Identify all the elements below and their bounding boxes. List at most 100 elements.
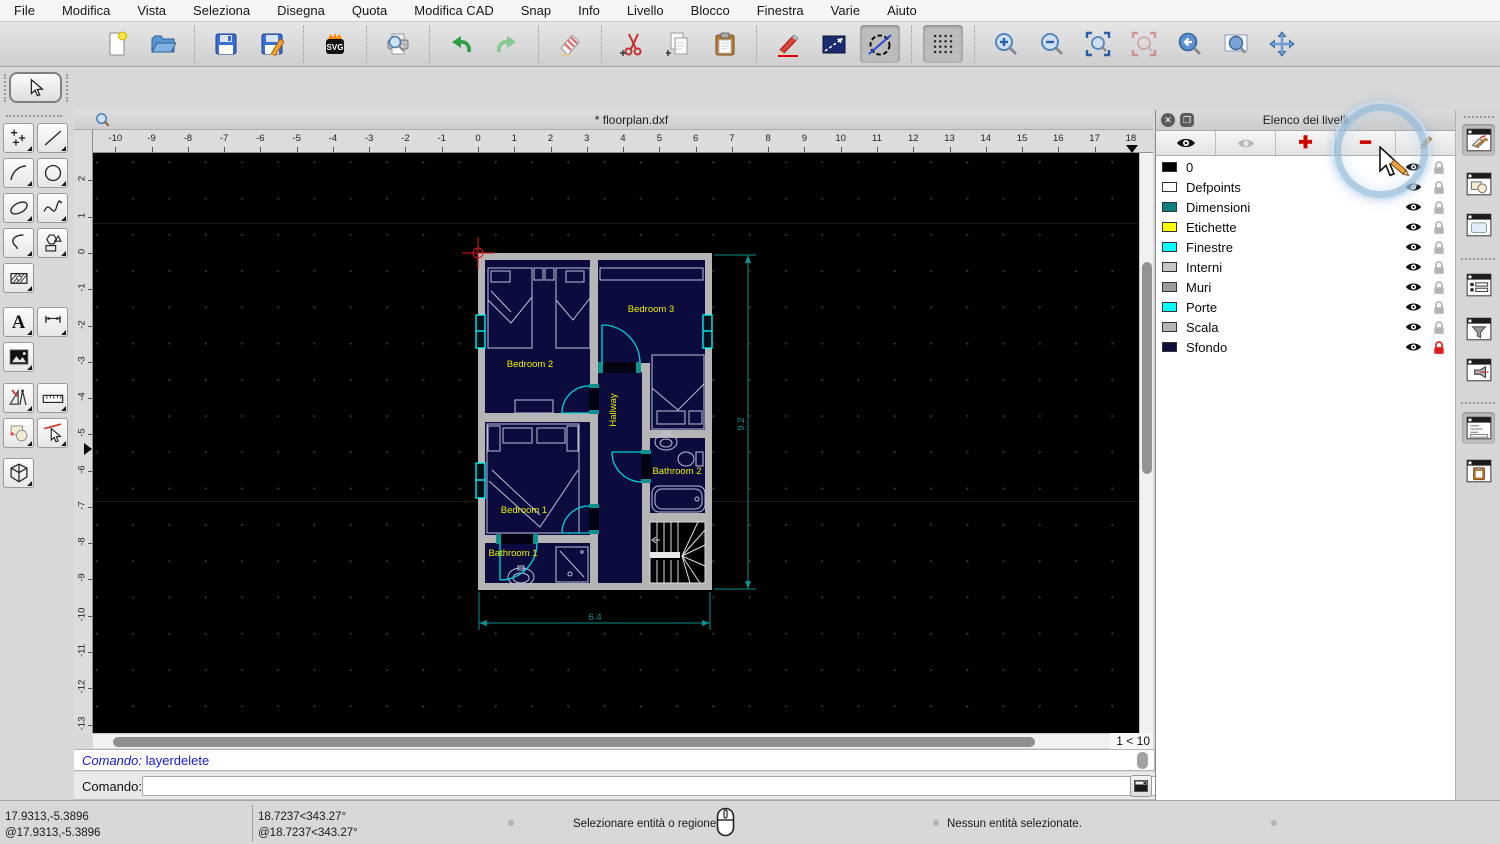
close-icon[interactable]: ✕ xyxy=(1161,113,1175,127)
document-titlebar[interactable]: * floorplan.dxf xyxy=(74,110,1153,130)
layer-lock-icon[interactable] xyxy=(1431,240,1447,255)
layer-row-porte[interactable]: Porte xyxy=(1156,297,1455,317)
dock-command-line-button[interactable] xyxy=(1462,412,1495,444)
copy-button[interactable] xyxy=(659,25,699,63)
tool-box3d-button[interactable] xyxy=(3,458,34,488)
tool-polyline-button[interactable] xyxy=(3,228,34,258)
save-as-button[interactable] xyxy=(252,25,292,63)
menu-blocco[interactable]: Blocco xyxy=(691,3,730,18)
command-history-scrollbar[interactable] xyxy=(1137,752,1148,769)
layer-row-defpoints[interactable]: Defpoints xyxy=(1156,177,1455,197)
horizontal-scrollbar-thumb[interactable] xyxy=(113,737,1035,747)
layer-row-etichette[interactable]: Etichette xyxy=(1156,217,1455,237)
redo-button[interactable] xyxy=(487,25,527,63)
tool-dimension-button[interactable] xyxy=(37,307,68,337)
tool-spline-button[interactable] xyxy=(37,193,68,223)
layer-lock-icon[interactable] xyxy=(1431,300,1447,315)
tool-points-button[interactable] xyxy=(3,123,34,153)
dock-viewport-button[interactable] xyxy=(1462,354,1495,386)
selection-mode-button[interactable] xyxy=(814,25,854,63)
tool-image-button[interactable] xyxy=(3,342,34,372)
layer-visibility-eye-icon[interactable] xyxy=(1403,341,1423,353)
vertical-scrollbar[interactable] xyxy=(1139,153,1153,733)
toolbar-handle[interactable] xyxy=(66,74,68,102)
layer-lock-icon[interactable] xyxy=(1431,260,1447,275)
dock-clipboard-button[interactable] xyxy=(1462,455,1495,487)
tool-draft-tools-button[interactable] xyxy=(3,383,34,413)
layer-lock-icon[interactable] xyxy=(1431,220,1447,235)
menu-snap[interactable]: Snap xyxy=(521,3,551,18)
menu-finestra[interactable]: Finestra xyxy=(757,3,804,18)
layer-lock-icon[interactable] xyxy=(1431,180,1447,195)
zoom-window-button[interactable] xyxy=(1216,25,1256,63)
toolbar-handle[interactable] xyxy=(6,115,62,117)
menu-disegna[interactable]: Disegna xyxy=(277,3,325,18)
tool-line-button[interactable] xyxy=(37,123,68,153)
layer-row-muri[interactable]: Muri xyxy=(1156,277,1455,297)
zoom-previous-button[interactable] xyxy=(1170,25,1210,63)
select-tool-button[interactable] xyxy=(9,72,62,103)
drawing-canvas[interactable]: Bedroom 2 Bedroom 3 Bedroom 1 Bathroom 1… xyxy=(93,153,1139,733)
layer-lock-icon[interactable] xyxy=(1431,320,1447,335)
paste-button[interactable] xyxy=(705,25,745,63)
layer-visibility-eye-icon[interactable] xyxy=(1403,221,1423,233)
layer-visibility-eye-icon[interactable] xyxy=(1403,241,1423,253)
save-button[interactable] xyxy=(206,25,246,63)
menu-aiuto[interactable]: Aiuto xyxy=(887,3,917,18)
zoom-auto-button[interactable] xyxy=(1078,25,1118,63)
dock-selection-filter-button[interactable] xyxy=(1462,313,1495,345)
tool-modify-button[interactable] xyxy=(37,418,68,448)
dock-layer-list-button[interactable] xyxy=(1462,124,1495,156)
vertical-scrollbar-thumb[interactable] xyxy=(1142,262,1152,474)
layer-lock-icon[interactable] xyxy=(1431,340,1447,355)
svg-export-button[interactable]: SVG xyxy=(315,25,355,63)
cut-button[interactable] xyxy=(613,25,653,63)
dock-block-list-button[interactable] xyxy=(1462,168,1495,200)
tool-measure-button[interactable] xyxy=(37,383,68,413)
tool-text-button[interactable]: A xyxy=(3,307,34,337)
menu-vista[interactable]: Vista xyxy=(137,3,166,18)
menu-seleziona[interactable]: Seleziona xyxy=(193,3,250,18)
layer-visibility-eye-icon[interactable] xyxy=(1403,161,1423,173)
menu-file[interactable]: File xyxy=(14,3,35,18)
layer-lock-icon[interactable] xyxy=(1431,280,1447,295)
layer-visibility-eye-icon[interactable] xyxy=(1403,321,1423,333)
eraser-button[interactable] xyxy=(550,25,590,63)
dock-property-editor-button[interactable] xyxy=(1462,269,1495,301)
print-preview-button[interactable] xyxy=(378,25,418,63)
layer-visibility-eye-icon[interactable] xyxy=(1403,201,1423,213)
layer-visibility-eye-icon[interactable] xyxy=(1403,301,1423,313)
detach-panel-icon[interactable]: ❐ xyxy=(1180,113,1194,127)
tool-arc-button[interactable] xyxy=(3,158,34,188)
remove-layer-button[interactable]: ━ xyxy=(1336,131,1396,155)
toolbar-handle[interactable] xyxy=(4,74,6,102)
layer-visibility-eye-icon[interactable] xyxy=(1403,281,1423,293)
layer-visibility-eye-icon[interactable] xyxy=(1403,261,1423,273)
tool-ellipse-button[interactable] xyxy=(3,193,34,223)
grid-button[interactable] xyxy=(923,25,963,63)
layer-row-scala[interactable]: Scala xyxy=(1156,317,1455,337)
menu-info[interactable]: Info xyxy=(578,3,600,18)
edit-layer-button[interactable] xyxy=(1396,131,1455,155)
command-history[interactable]: Comando: layerdelete xyxy=(74,749,1155,771)
layer-row-interni[interactable]: Interni xyxy=(1156,257,1455,277)
dock-view-list-button[interactable] xyxy=(1462,209,1495,241)
undo-button[interactable] xyxy=(441,25,481,63)
menu-quota[interactable]: Quota xyxy=(352,3,387,18)
layer-row-0[interactable]: 0 xyxy=(1156,157,1455,177)
tool-blocks-button[interactable] xyxy=(3,418,34,448)
zoom-in-button[interactable] xyxy=(986,25,1026,63)
open-button[interactable] xyxy=(143,25,183,63)
command-panel-toggle-button[interactable] xyxy=(1130,775,1152,797)
tool-hatch-button[interactable] xyxy=(3,263,34,293)
layer-row-dimensioni[interactable]: Dimensioni xyxy=(1156,197,1455,217)
layer-row-finestre[interactable]: Finestre xyxy=(1156,237,1455,257)
menu-livello[interactable]: Livello xyxy=(627,3,664,18)
layer-lock-icon[interactable] xyxy=(1431,160,1447,175)
menu-modifica[interactable]: Modifica xyxy=(62,3,110,18)
tool-shapes-button[interactable] xyxy=(37,228,68,258)
add-layer-button[interactable]: ✚ xyxy=(1276,131,1336,155)
zoom-selection-button[interactable] xyxy=(1124,25,1164,63)
layer-row-sfondo[interactable]: Sfondo xyxy=(1156,337,1455,357)
menu-modifica-cad[interactable]: Modifica CAD xyxy=(414,3,493,18)
